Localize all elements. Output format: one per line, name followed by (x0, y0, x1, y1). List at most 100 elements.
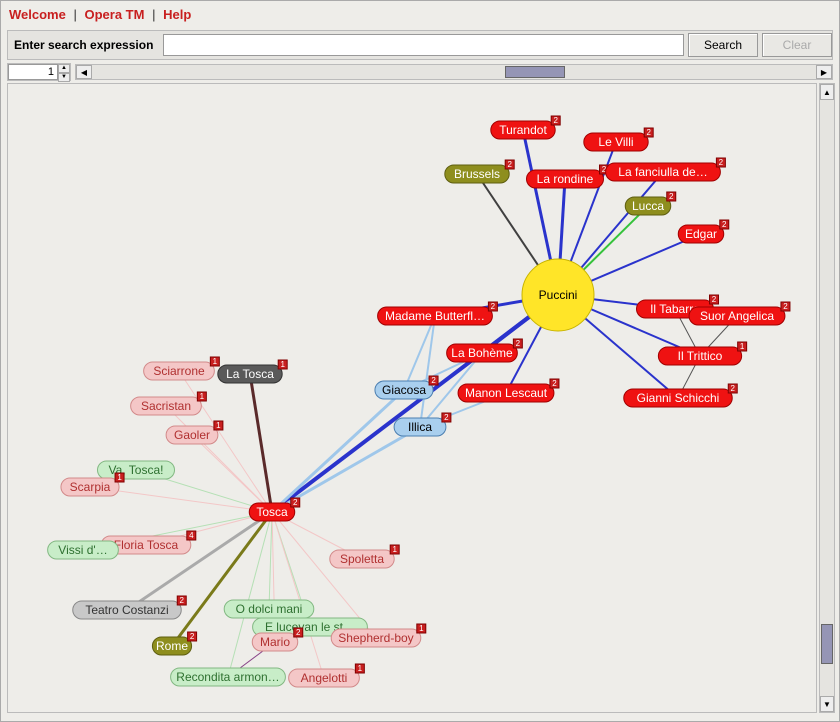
graph-node-label: La Tosca (226, 367, 274, 381)
graph-node-label: Spoletta (340, 552, 384, 566)
node-badge-count: 2 (516, 339, 521, 348)
graph-node-madamebutterfly[interactable]: Madame Butterfl…2 (378, 302, 498, 325)
node-badge-count: 2 (722, 220, 727, 229)
spinner-up-icon[interactable]: ▲ (58, 64, 70, 73)
graph-node-iltrittico[interactable]: Il Trittico1 (658, 342, 746, 365)
graph-edge (269, 512, 272, 609)
graph-node-illica[interactable]: Illica2 (394, 413, 451, 436)
graph-node-label: La rondine (537, 172, 594, 186)
node-badge-count: 2 (296, 628, 301, 637)
search-input[interactable] (163, 34, 684, 56)
graph-node-label: Sciarrone (153, 364, 205, 378)
graph-node-label: Gianni Schicchi (637, 391, 720, 405)
toolbar-row: ▲ ▼ ◀ ▶ (7, 62, 833, 82)
node-badge-count: 2 (783, 302, 788, 311)
graph-edge (250, 374, 272, 512)
spinner-input[interactable] (8, 64, 58, 80)
node-badge-count: 2 (444, 413, 449, 422)
graph-node-label: Manon Lescaut (465, 386, 548, 400)
scroll-left-icon[interactable]: ◀ (76, 65, 92, 79)
node-badge-count: 2 (669, 192, 674, 201)
node-badge-count: 1 (213, 357, 218, 366)
vscroll-track[interactable] (820, 100, 834, 696)
results-count-spinner[interactable]: ▲ ▼ (7, 63, 71, 81)
spinner-buttons: ▲ ▼ (58, 64, 70, 80)
node-badge-count: 1 (117, 473, 122, 482)
graph-node-label: Floria Tosca (114, 538, 179, 552)
graph-node-spoletta[interactable]: Spoletta1 (330, 545, 399, 568)
graph-node-puccini[interactable]: Puccini (522, 259, 594, 331)
node-badge-count: 1 (200, 392, 205, 401)
graph-node-teatrocostanzi[interactable]: Teatro Costanzi2 (73, 596, 187, 619)
graph-node-label: Madame Butterfl… (385, 309, 485, 323)
node-badge-count: 2 (731, 384, 736, 393)
graph-node-laboheme[interactable]: La Bohème2 (447, 339, 523, 362)
graph-node-levilli[interactable]: Le Villi 2 (584, 128, 653, 151)
graph-node-recondita[interactable]: Recondita armon… (171, 668, 286, 686)
scroll-right-icon[interactable]: ▶ (816, 65, 832, 79)
horizontal-scrollbar[interactable]: ◀ ▶ (75, 64, 833, 80)
graph-node-label: Vissi d'… (58, 543, 107, 557)
graph-node-rome[interactable]: Rome2 (152, 632, 196, 655)
graph-node-label: Giacosa (382, 383, 426, 397)
graph-node-sciarrone[interactable]: Sciarrone 1 (144, 357, 220, 380)
graph-node-label: Suor Angelica (700, 309, 774, 323)
graph-node-scarpia[interactable]: Scarpia1 (61, 473, 124, 496)
app-frame: Welcome | Opera TM | Help Enter search e… (0, 0, 840, 722)
scroll-up-icon[interactable]: ▲ (820, 84, 834, 100)
nav-sep: | (69, 7, 80, 22)
graph-node-vatosca[interactable]: Va, Tosca! (98, 461, 175, 479)
graph-canvas[interactable]: Puccini Tosca2 Turandot2 Le Villi 2 La rondin… (7, 83, 817, 713)
node-badge-count: 2 (552, 379, 557, 388)
graph-node-vissi[interactable]: Vissi d'… (48, 541, 119, 559)
graph-node-larondine[interactable]: La rondine2 (527, 165, 609, 188)
node-badge-count: 1 (358, 664, 363, 673)
graph-node-label: Gaoler (174, 428, 210, 442)
graph-node-label: Le Villi (598, 135, 633, 149)
vscroll-thumb[interactable] (821, 624, 833, 664)
graph-edge (272, 390, 404, 512)
hscroll-track[interactable] (92, 65, 816, 79)
node-badge-count: 1 (216, 421, 221, 430)
nav-opera-tm-link[interactable]: Opera TM (84, 7, 144, 22)
top-nav: Welcome | Opera TM | Help (1, 1, 839, 26)
graph-node-giannischicchi[interactable]: Gianni Schicchi 2 (624, 384, 738, 407)
node-badge-count: 2 (507, 160, 512, 169)
search-label: Enter search expression (8, 38, 163, 52)
hscroll-thumb[interactable] (505, 66, 565, 78)
graph-node-turandot[interactable]: Turandot2 (491, 116, 560, 139)
graph-node-angelotti[interactable]: Angelotti1 (289, 664, 365, 687)
graph-node-odolcimani[interactable]: O dolci mani (224, 600, 314, 618)
vertical-scrollbar[interactable]: ▲ ▼ (819, 83, 835, 713)
node-badge-count: 2 (431, 376, 436, 385)
node-badge-count: 2 (712, 295, 717, 304)
graph-node-label: Rome (156, 639, 188, 653)
graph-node-tosca[interactable]: Tosca2 (249, 498, 300, 521)
graph-node-lucca[interactable]: Lucca 2 (625, 192, 676, 215)
graph-node-label: Recondita armon… (176, 670, 279, 684)
spinner-down-icon[interactable]: ▼ (58, 73, 70, 82)
graph-node-label: Mario (260, 635, 290, 649)
graph-node-lafanciulla[interactable]: La fanciulla de…2 (606, 158, 726, 181)
graph-node-manonlescaut[interactable]: Manon Lescaut 2 (458, 379, 559, 402)
graph-svg[interactable]: Puccini Tosca2 Turandot2 Le Villi 2 La rondin… (8, 84, 816, 712)
graph-node-label: Lucca (632, 199, 664, 213)
graph-edge (272, 512, 324, 678)
graph-node-label: Puccini (539, 288, 578, 302)
scroll-down-icon[interactable]: ▼ (820, 696, 834, 712)
clear-button[interactable]: Clear (762, 33, 832, 57)
graph-node-label: Brussels (454, 167, 500, 181)
nav-help-link[interactable]: Help (163, 7, 191, 22)
node-badge-count: 2 (646, 128, 651, 137)
node-badge-count: 2 (293, 498, 298, 507)
node-badge-count: 2 (190, 632, 195, 641)
nav-welcome-link[interactable]: Welcome (9, 7, 66, 22)
graph-node-latosca[interactable]: La Tosca1 (218, 360, 287, 383)
graph-node-giacosa[interactable]: Giacosa 2 (375, 376, 438, 399)
search-button[interactable]: Search (688, 33, 758, 57)
graph-node-brussels[interactable]: Brussels 2 (445, 160, 514, 183)
nav-sep: | (148, 7, 159, 22)
graph-node-label: La Bohème (451, 346, 513, 360)
graph-node-edgar[interactable]: Edgar2 (678, 220, 729, 243)
graph-node-gaoler[interactable]: Gaoler 1 (166, 421, 223, 444)
